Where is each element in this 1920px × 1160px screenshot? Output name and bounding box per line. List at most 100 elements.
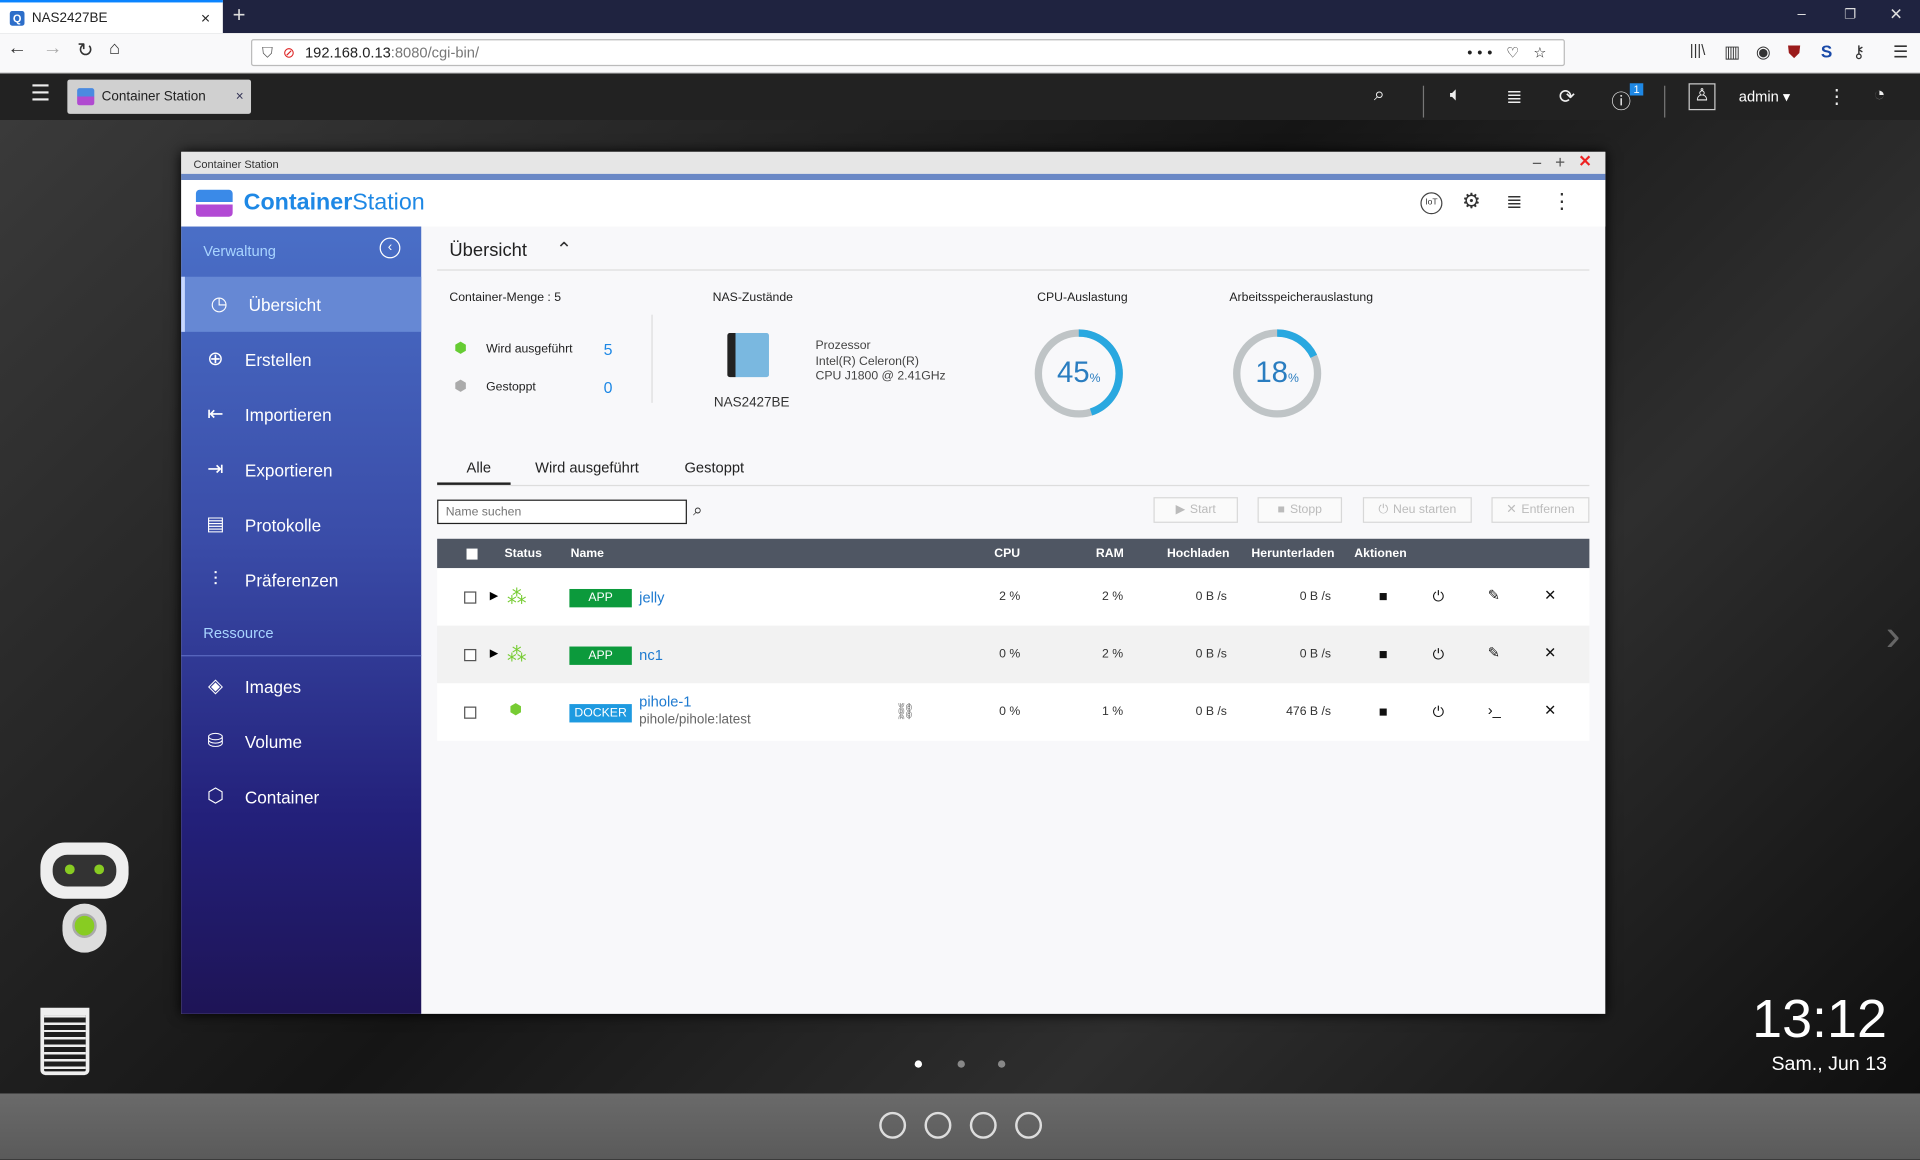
background-tasks-icon[interactable]: ≣ [1506, 84, 1522, 108]
account-icon[interactable]: ◉ [1756, 42, 1771, 63]
link-icon[interactable]: ⛓ [895, 702, 915, 722]
sidebar-item-erstellen[interactable]: ⊕ Erstellen [181, 332, 421, 387]
minimize-window-icon[interactable]: − [1532, 153, 1542, 173]
restore-icon[interactable]: ❐ [1844, 6, 1856, 22]
stop-icon[interactable]: ■ [1379, 645, 1388, 662]
sidebar-item-container[interactable]: ⬡ Container [181, 769, 421, 824]
library-icon[interactable]: |||\ [1690, 42, 1706, 59]
page-dot-active[interactable] [914, 1060, 923, 1068]
user-menu[interactable]: admin ▾ [1739, 88, 1790, 105]
home-icon[interactable]: ⌂ [109, 38, 120, 59]
dock-cloud-icon[interactable] [879, 1111, 907, 1139]
close-tab-icon[interactable]: × [201, 9, 210, 27]
iot-icon[interactable]: IoT [1420, 192, 1443, 215]
running-count[interactable]: 5 [604, 340, 613, 358]
delete-icon[interactable]: ✕ [1544, 702, 1556, 719]
reload-icon[interactable]: ↻ [77, 38, 93, 62]
collapse-overview-icon[interactable]: ⌃ [556, 238, 572, 262]
page-dot[interactable] [997, 1060, 1006, 1068]
remove-button[interactable]: ✕ Entfernen [1491, 497, 1590, 523]
sidebar-item-volume[interactable]: ⛁ Volume [181, 714, 421, 769]
row-checkbox[interactable] [464, 706, 477, 719]
dashboard-gauge-icon[interactable]: ◔ [1873, 84, 1885, 106]
restart-button[interactable]: ⏻ Neu starten [1362, 497, 1472, 523]
search-input[interactable] [437, 499, 687, 525]
page-actions-icon[interactable]: ••• ♡ ☆ [1467, 44, 1551, 61]
col-upload[interactable]: Hochladen [1167, 547, 1230, 560]
table-row[interactable]: ▶ ⁂ APP nc1 0 % 2 % 0 B /s 0 B /s ■ ⏻ ✎ ✕ [437, 625, 1590, 684]
sidebar-item-images[interactable]: ◈ Images [181, 659, 421, 714]
page-dot[interactable] [957, 1060, 965, 1068]
col-status[interactable]: Status [504, 547, 541, 560]
dock-book-icon[interactable] [969, 1111, 997, 1139]
power-icon[interactable]: ⏻ [1433, 645, 1445, 663]
container-name-link[interactable]: nc1 [639, 647, 663, 664]
main-menu-icon[interactable]: ☰ [31, 81, 51, 107]
url-bar[interactable]: ⛉ ⊘ 192.168.0.13:8080/cgi-bin/ ••• ♡ ☆ [251, 39, 1565, 67]
close-app-icon[interactable]: × [236, 89, 244, 104]
volume-icon[interactable]: 🔈︎ [1450, 84, 1462, 106]
new-tab-icon[interactable]: + [233, 2, 246, 28]
search-icon[interactable]: ⌕ [693, 500, 703, 521]
stopped-count[interactable]: 0 [604, 378, 613, 396]
more-options-icon[interactable]: ⋮ [1551, 190, 1572, 214]
dock-note-icon[interactable] [1015, 1111, 1043, 1139]
stop-icon[interactable]: ■ [1379, 588, 1388, 605]
expand-arrow-icon[interactable]: ▶ [490, 647, 498, 660]
ublock-icon[interactable]: ⛊ [1788, 42, 1801, 63]
table-row[interactable]: ▶ ⁂ APP jelly 2 % 2 % 0 B /s 0 B /s ■ ⏻ ✎ ✕ [437, 568, 1590, 626]
browser-tab[interactable]: Q NAS2427BE × [0, 0, 223, 34]
close-window-icon[interactable]: ✕ [1889, 5, 1902, 25]
container-name-link[interactable]: jelly [639, 589, 664, 606]
sidebar-item-präferenzen[interactable]: ⫶ Präferenzen [181, 552, 421, 607]
sidebar-icon[interactable]: ▥ [1724, 42, 1740, 63]
select-all-checkbox[interactable] [466, 548, 478, 560]
edit-icon[interactable]: ✎ [1488, 587, 1500, 604]
app-tab-container-station[interactable]: Container Station × [67, 79, 252, 114]
stop-icon[interactable]: ■ [1379, 703, 1388, 720]
table-row[interactable]: ⬢ DOCKER pihole-1 pihole/pihole:latest ⛓ 0 % 1… [437, 683, 1590, 741]
external-device-icon[interactable]: ⟳ [1559, 84, 1575, 108]
terminal-icon[interactable]: ›_ [1488, 702, 1501, 719]
more-icon[interactable]: ⋮ [1827, 84, 1847, 108]
edit-icon[interactable]: ✎ [1488, 644, 1500, 661]
sidebar-item-protokolle[interactable]: ▤ Protokolle [181, 497, 421, 552]
next-page-icon[interactable]: › [1886, 610, 1901, 661]
extension-s-icon[interactable]: S [1821, 42, 1832, 62]
stop-button[interactable]: ■ Stopp [1257, 497, 1343, 523]
trash-icon[interactable] [40, 1007, 90, 1076]
col-ram[interactable]: RAM [1096, 547, 1124, 560]
maximize-window-icon[interactable]: + [1555, 152, 1565, 172]
key-icon[interactable]: ⚷ [1853, 42, 1866, 63]
notification-icon[interactable]: ⓘ [1611, 84, 1631, 113]
tab-stopped[interactable]: Gestoppt [684, 459, 744, 476]
delete-icon[interactable]: ✕ [1544, 587, 1556, 604]
minimize-icon[interactable]: – [1798, 5, 1806, 22]
qnap-robot-icon[interactable] [40, 842, 129, 964]
search-icon[interactable]: ⌕ [1374, 84, 1385, 106]
collapse-sidebar-icon[interactable]: ‹ [379, 237, 401, 259]
start-button[interactable]: ▶ Start [1153, 497, 1238, 523]
close-window-icon[interactable]: ✕ [1578, 152, 1591, 172]
power-icon[interactable]: ⏻ [1433, 703, 1445, 721]
back-icon[interactable]: ← [7, 38, 27, 60]
delete-icon[interactable]: ✕ [1544, 644, 1556, 661]
dock-tools-icon[interactable] [924, 1111, 952, 1139]
container-name-link[interactable]: pihole-1 [639, 693, 691, 710]
row-checkbox[interactable] [464, 648, 477, 662]
expand-arrow-icon[interactable]: ▶ [490, 589, 498, 602]
row-checkbox[interactable] [464, 591, 477, 604]
col-download[interactable]: Herunterladen [1251, 547, 1334, 560]
user-avatar-icon[interactable]: ♙ [1688, 83, 1716, 111]
sidebar-item-übersicht[interactable]: ◷ Übersicht [181, 276, 422, 332]
forward-icon[interactable]: → [43, 38, 63, 60]
settings-gear-icon[interactable]: ⚙ [1462, 190, 1481, 214]
background-tasks-icon[interactable]: ≣ [1506, 190, 1522, 214]
menu-icon[interactable]: ☰ [1893, 42, 1908, 63]
tab-alle[interactable]: Alle [467, 459, 492, 476]
sidebar-item-exportieren[interactable]: ⇥ Exportieren [181, 442, 421, 497]
sidebar-item-importieren[interactable]: ⇤ Importieren [181, 387, 421, 442]
power-icon[interactable]: ⏻ [1433, 588, 1445, 606]
col-name[interactable]: Name [571, 547, 604, 560]
tab-running[interactable]: Wird ausgeführt [535, 459, 639, 476]
